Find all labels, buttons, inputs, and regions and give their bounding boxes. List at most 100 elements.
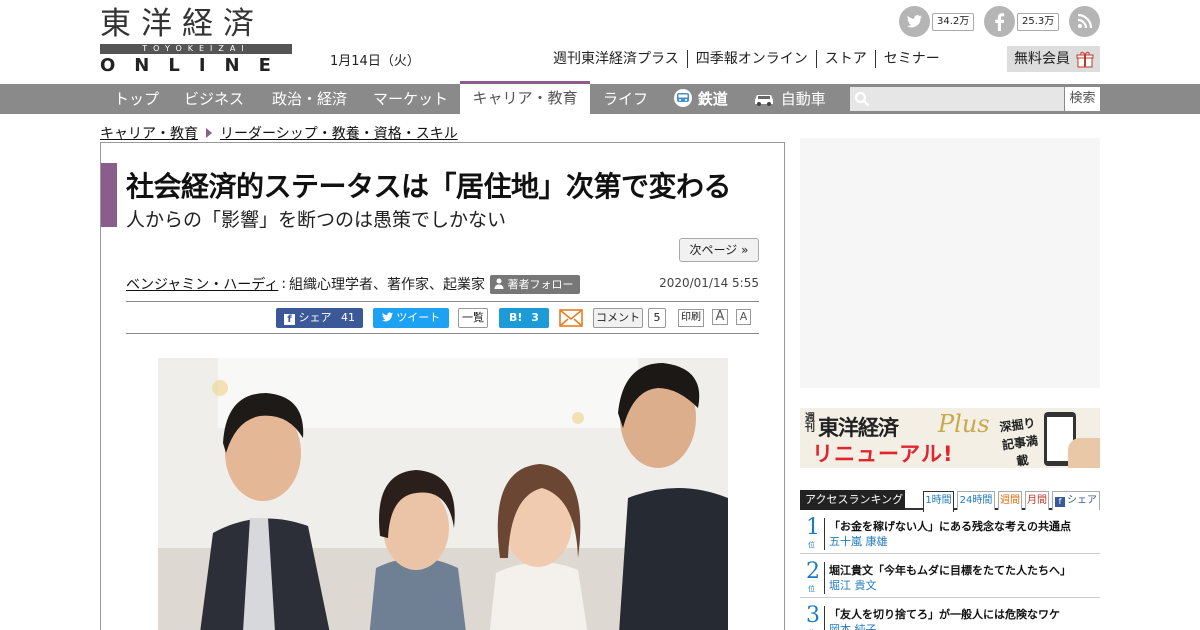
breadcrumb-career[interactable]: キャリア・教育: [100, 123, 198, 143]
person-icon: [494, 278, 504, 289]
ranking-tabs: アクセスランキング 1時間 24時間 週間 月間 f シェア: [800, 490, 1100, 512]
author-separator: :: [281, 276, 287, 292]
byline: ベンジャミン・ハーディ : 組織心理学者、著作家、起業家 著者フォロー: [126, 274, 580, 294]
facebook-share-icon: f: [284, 314, 295, 325]
article: 社会経済的ステータスは「居住地」次第で変わる 人からの「影響」を断つのは愚策でし…: [100, 142, 785, 630]
ranking-author[interactable]: 五十嵐 康雄: [829, 533, 888, 549]
ranking-title-text[interactable]: 堀江貴文「今年もムダに目標をたてた人たちへ」: [829, 562, 1071, 578]
plus-renewal-label: リニューアル!: [812, 442, 954, 466]
plus-weekly-label: 週刊: [805, 413, 815, 434]
free-member-label: 無料会員: [1014, 51, 1070, 67]
facebook-icon: [984, 6, 1015, 37]
nav-business[interactable]: ビジネス: [184, 84, 244, 114]
comment-button[interactable]: コメント: [593, 308, 643, 328]
top-links: 週刊東洋経済プラス 四季報オンライン ストア セミナー: [545, 50, 948, 68]
free-member-button[interactable]: 無料会員: [1007, 46, 1100, 72]
hatena-count: 3: [531, 311, 539, 324]
nav-career-education[interactable]: キャリア・教育: [460, 81, 590, 114]
ranking-title-text[interactable]: 「お金を稼げない人」にある残念な考えの共通点: [829, 518, 1071, 534]
published-date: 2020/01/14 5:55: [659, 276, 759, 290]
top-link-plus[interactable]: 週刊東洋経済プラス: [545, 50, 687, 68]
facebook-small-icon: f: [1055, 497, 1065, 507]
header-date: 1月14日（火）: [330, 54, 420, 69]
ranking-title: アクセスランキング: [800, 490, 905, 510]
nav-top[interactable]: トップ: [114, 84, 159, 114]
font-size-small-button[interactable]: A: [736, 309, 751, 325]
nav-life[interactable]: ライフ: [603, 84, 648, 114]
nav-politics-economy[interactable]: 政治・経済: [272, 84, 347, 114]
ranking-item[interactable]: 2 位 堀江貴文「今年もムダに目標をたてた人たちへ」 堀江 貴文: [800, 558, 1100, 598]
site-logo[interactable]: 東洋経済 TOYOKEIZAI ONLINE: [100, 6, 292, 76]
facebook-share-button[interactable]: f シェア 41: [276, 308, 363, 328]
hatena-label: B!: [509, 311, 523, 324]
top-link-seminar[interactable]: セミナー: [874, 50, 948, 68]
train-icon: [674, 89, 692, 107]
nav-railway[interactable]: 鉄道: [673, 84, 728, 114]
twitter-share-button[interactable]: ツイート: [373, 308, 449, 328]
twitter-list-button[interactable]: 一覧: [458, 308, 488, 328]
ranking-author[interactable]: 岡本 純子: [829, 621, 877, 630]
nav-automobile-label: 自動車: [780, 90, 826, 108]
twitter-count: 34.2万: [932, 13, 975, 31]
facebook-count: 25.3万: [1017, 13, 1060, 31]
logo-roman: TOYOKEIZAI: [142, 44, 250, 53]
ranking-tab-24h[interactable]: 24時間: [957, 491, 995, 510]
breadcrumb-leadership[interactable]: リーダーシップ・教養・資格・スキル: [220, 123, 458, 143]
author-name[interactable]: ベンジャミン・ハーディ: [126, 274, 278, 294]
nav-market[interactable]: マーケット: [373, 84, 448, 114]
hero-image: [158, 358, 728, 630]
plus-plus-label: Plus: [938, 410, 990, 438]
ranking-title-text[interactable]: 「友人を切り捨てろ」が一般人には危険なワケ: [829, 606, 1060, 622]
comment-count: 5: [648, 308, 666, 328]
mail-icon[interactable]: [559, 309, 583, 327]
share-toolbar: f シェア 41 ツイート 一覧 B! 3 コメント 5 印刷 A A: [126, 301, 759, 334]
ranking-tab-week[interactable]: 週間: [998, 491, 1022, 510]
nav-automobile[interactable]: 自動車: [752, 84, 826, 114]
ranking-number: 1: [806, 515, 820, 540]
hero-photo-illustration: [158, 358, 728, 630]
facebook-share-count: 41: [341, 311, 355, 324]
hatena-bookmark-button[interactable]: B! 3: [499, 308, 549, 328]
ranking-number: 2: [806, 559, 820, 584]
ranking-tab-month[interactable]: 月間: [1025, 491, 1049, 510]
gift-icon: [1076, 51, 1094, 68]
ranking-item[interactable]: 1 位 「お金を稼げない人」にある残念な考えの共通点 五十嵐 康雄: [800, 514, 1100, 554]
twitter-share-icon: [381, 312, 393, 322]
top-link-store[interactable]: ストア: [815, 50, 875, 68]
main-nav: トップ ビジネス 政治・経済 マーケット キャリア・教育 ライフ 鉄道 自動車 …: [0, 81, 1200, 114]
facebook-share-label: シェア: [298, 311, 332, 324]
author-follow-label: 著者フォロー: [507, 277, 574, 291]
breadcrumb-arrow-icon: [206, 128, 212, 138]
article-subtitle: 人からの「影響」を断つのは愚策でしかない: [126, 209, 507, 231]
ranking-author[interactable]: 堀江 貴文: [829, 577, 877, 593]
ranking-suffix: 位: [808, 541, 815, 549]
title-accent-bar: [101, 163, 117, 227]
ranking-item[interactable]: 3 位 「友人を切り捨てろ」が一般人には危険なワケ 岡本 純子: [800, 602, 1100, 630]
search-input[interactable]: [850, 87, 1064, 111]
toyokeizai-plus-banner[interactable]: 週刊 東洋経済 Plus リニューアル! 深掘り記事満載: [800, 408, 1100, 468]
twitter-icon: [899, 6, 930, 37]
ranking-divider: [824, 518, 825, 550]
search-icon: [854, 91, 870, 107]
print-button[interactable]: 印刷: [678, 309, 704, 327]
font-size-large-button[interactable]: A: [712, 309, 728, 325]
ranking-tab-1h[interactable]: 1時間: [923, 491, 954, 512]
rss-icon[interactable]: [1069, 6, 1100, 37]
breadcrumb: キャリア・教育 リーダーシップ・教養・資格・スキル: [100, 123, 458, 143]
search-button[interactable]: 検索: [1065, 87, 1100, 111]
author-follow-button[interactable]: 著者フォロー: [490, 274, 580, 294]
site-header: 東洋経済 TOYOKEIZAI ONLINE 1月14日（火） 34.2万 25…: [0, 0, 1200, 84]
logo-kanji: 東洋経済: [100, 6, 264, 42]
hand-icon: [1068, 438, 1100, 468]
ranking-tab-share-label: シェア: [1067, 495, 1097, 506]
plus-tagline: 深掘り記事満載: [998, 415, 1039, 468]
ad-slot: [800, 138, 1100, 388]
access-ranking: アクセスランキング 1時間 24時間 週間 月間 f シェア 1 位 「お金を稼げ…: [800, 490, 1100, 630]
next-page-button[interactable]: 次ページ »: [679, 238, 759, 262]
top-link-shikiho[interactable]: 四季報オンライン: [686, 50, 816, 68]
twitter-share-label: ツイート: [396, 311, 441, 324]
ranking-suffix: 位: [808, 585, 815, 593]
ranking-tab-share[interactable]: f シェア: [1052, 491, 1100, 510]
car-icon: [755, 95, 773, 106]
ranking-divider: [824, 606, 825, 630]
